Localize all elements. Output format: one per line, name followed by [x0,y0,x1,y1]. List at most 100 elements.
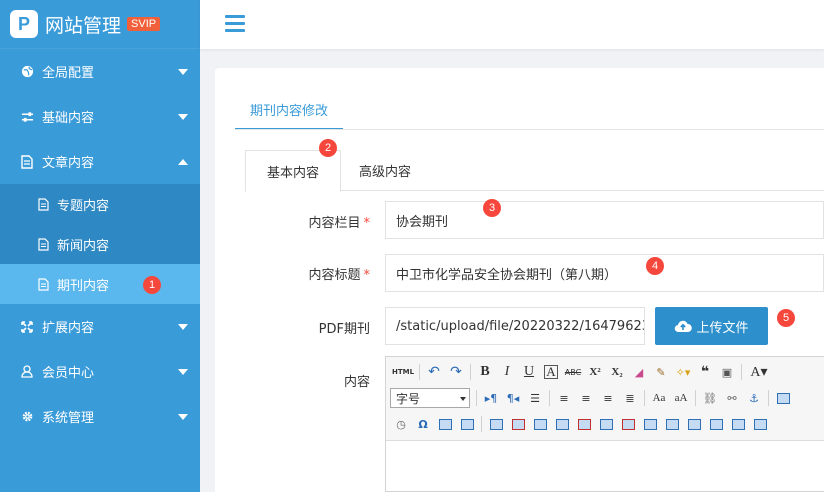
insert-doc-icon[interactable] [456,414,478,434]
tab-advanced-content[interactable]: 高级内容 [343,150,427,191]
editor-toolbar: HTML ↶ ↷ B I U A ABC X² X₂ ◢ ✎ ✧▾ ❝ ▣ A▾ [386,357,824,441]
sidebar-item-article-content[interactable]: 文章内容 [0,139,200,184]
toolbar-row-3: ◷ Ω [390,413,771,435]
font-border-icon[interactable]: A [544,364,558,379]
column-select[interactable]: 协会期刊 [385,201,824,239]
cloud-upload-icon [675,320,693,333]
split-cols-icon[interactable] [749,414,771,434]
format-brush-icon[interactable]: ✎ [650,362,672,382]
form-tabs: 基本内容 2 高级内容 [245,139,824,192]
clock-icon[interactable]: ◷ [390,414,412,434]
unlink-icon[interactable]: ⚯ [721,388,743,408]
column-label: 内容栏目 * [308,216,371,231]
sidebar-item-extended-content[interactable]: 扩展内容 [0,304,200,349]
pdf-path-input[interactable]: /static/upload/file/20220322/1647962394 [385,307,645,345]
menu-toggle-icon[interactable] [225,15,245,32]
content-label: 内容 [343,375,370,390]
merge-right-icon[interactable] [661,414,683,434]
annotation-badge-4: 4 [646,257,664,275]
split-rows-icon[interactable] [727,414,749,434]
ltr-icon[interactable]: ▸¶ [480,388,502,408]
image-float-icon[interactable] [772,388,794,408]
insert-table-icon[interactable] [485,414,507,434]
globe-icon [20,65,34,79]
strikethrough-icon[interactable]: ABC [562,362,584,382]
svip-badge: SVIP [127,17,161,31]
file-icon [38,237,49,251]
sidebar-item-label: 基础内容 [42,111,95,126]
rich-text-editor[interactable]: HTML ↶ ↷ B I U A ABC X² X₂ ◢ ✎ ✧▾ ❝ ▣ A▾ [385,356,824,492]
user-icon [20,365,34,379]
magic-wand-icon[interactable]: ✧▾ [672,362,694,382]
eraser-icon[interactable]: ◢ [628,362,650,382]
align-justify-icon[interactable]: ≣ [619,388,641,408]
to-lowercase-icon[interactable]: aA [670,388,692,408]
caret-down-icon [178,413,188,420]
document-icon [20,154,34,169]
paste-text-icon[interactable]: ▣ [716,362,738,382]
toolbar-row-1: HTML ↶ ↷ B I U A ABC X² X₂ ◢ ✎ ✧▾ ❝ ▣ A▾ [390,361,773,383]
sidebar-item-label: 专题内容 [57,198,110,214]
sidebar-item-basic-content[interactable]: 基础内容 [0,94,200,139]
undo-icon[interactable]: ↶ [423,362,445,382]
special-char-icon[interactable]: Ω [412,414,434,434]
tab-label: 基本内容 [266,165,319,181]
tab-basic-content[interactable]: 基本内容 2 [245,139,341,192]
insert-col-icon[interactable] [595,414,617,434]
sidebar-item-topic-content[interactable]: 专题内容 [0,184,200,224]
italic-icon[interactable]: I [496,362,518,382]
caret-down-icon [178,68,188,75]
sidebar-item-global-config[interactable]: 全局配置 [0,49,200,94]
sidebar-item-system-management[interactable]: 系统管理 [0,394,200,439]
annotation-badge-3: 3 [483,199,501,217]
annotation-badge-5: 5 [777,309,795,327]
html-source-button[interactable]: HTML [390,362,416,382]
caret-down-icon [178,368,188,375]
pdf-label: PDF期刊 [318,322,370,337]
redo-icon[interactable]: ↷ [445,362,467,382]
toolbar-row-2: 字号 ▸¶ ¶◂ ☰ ≡ ≡ ≡ ≣ Aa aA ⛓ ⚯ ⚓ [390,387,794,409]
align-left-icon[interactable]: ≡ [553,388,575,408]
underline-icon[interactable]: U [518,362,540,382]
sidebar-item-news-content[interactable]: 新闻内容 [0,224,200,264]
title-input[interactable]: 中卫市化学品安全协会期刊（第八期） [385,254,824,292]
merge-down-icon[interactable] [683,414,705,434]
sidebar-item-label: 扩展内容 [42,321,95,336]
insert-row-icon[interactable] [551,414,573,434]
annotation-badge-1: 1 [143,276,161,294]
delete-row-icon[interactable] [573,414,595,434]
top-bar [200,0,824,49]
anchor-icon[interactable]: ⚓ [743,388,765,408]
font-color-icon[interactable]: A▾ [745,362,773,382]
sidebar-item-member-center[interactable]: 会员中心 [0,349,200,394]
tab-journal-edit[interactable]: 期刊内容修改 [235,96,344,130]
superscript-icon[interactable]: X² [584,362,606,382]
file-icon [38,277,49,291]
upload-label: 上传文件 [696,320,749,336]
subscript-icon[interactable]: X₂ [606,362,628,382]
table-caption-icon[interactable] [529,414,551,434]
align-center-icon[interactable]: ≡ [575,388,597,408]
split-cells-icon[interactable] [705,414,727,434]
link-icon[interactable]: ⛓ [699,388,721,408]
sidebar-item-label: 期刊内容 [57,278,110,294]
bold-icon[interactable]: B [474,362,496,382]
expand-icon [20,320,34,334]
sidebar: P 网站管理 SVIP 全局配置 基础内容 文章内容 专题内容 新闻内容 期刊内… [0,0,200,492]
caret-down-icon [178,323,188,330]
delete-table-icon[interactable] [507,414,529,434]
sliders-icon [20,110,34,124]
to-uppercase-icon[interactable]: Aa [648,388,670,408]
insert-image-icon[interactable] [434,414,456,434]
merge-cells-icon[interactable] [639,414,661,434]
delete-col-icon[interactable] [617,414,639,434]
font-size-select[interactable]: 字号 [390,388,470,408]
upload-file-button[interactable]: 上传文件 [655,307,768,345]
required-mark: * [363,216,371,231]
blockquote-icon[interactable]: ❝ [694,362,716,382]
rtl-icon[interactable]: ¶◂ [502,388,524,408]
align-right-icon[interactable]: ≡ [597,388,619,408]
submenu-article: 专题内容 新闻内容 期刊内容 1 [0,184,200,304]
sidebar-item-journal-content[interactable]: 期刊内容 1 [0,264,200,304]
indent-icon[interactable]: ☰ [524,388,546,408]
